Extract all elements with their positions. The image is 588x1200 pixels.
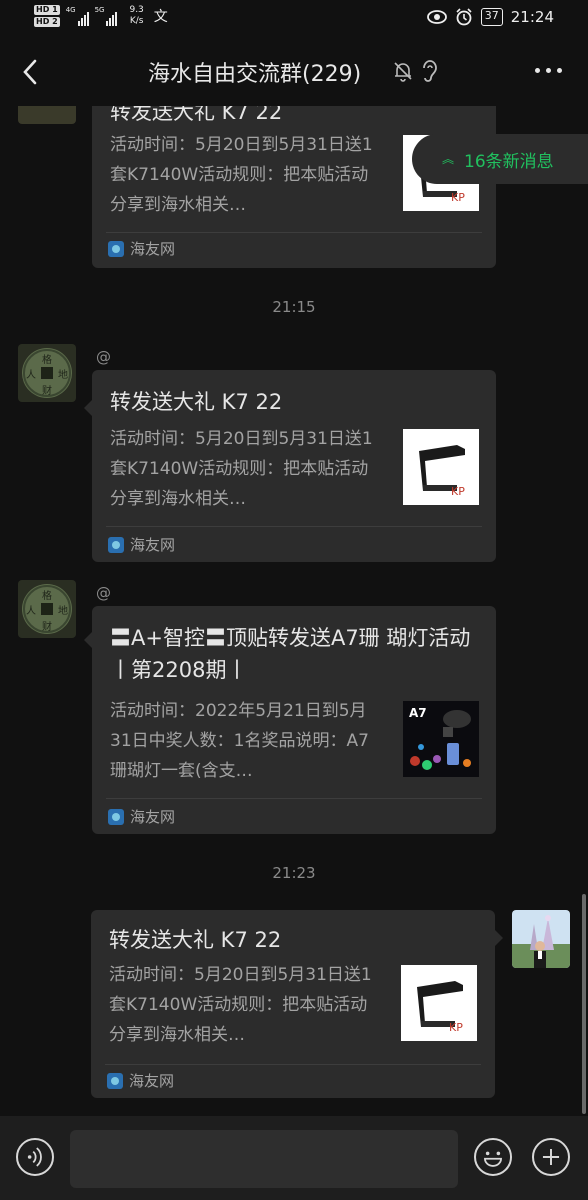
signal-icon-2: 5G <box>95 6 118 26</box>
timestamp: 21:23 <box>272 864 316 882</box>
svg-text:格: 格 <box>42 353 52 366</box>
speed-unit: K/s <box>129 16 144 26</box>
alarm-icon <box>456 8 472 26</box>
avatar[interactable]: 格财人 地 <box>18 580 76 638</box>
svg-text:KP: KP <box>449 1021 463 1034</box>
bubble-tail <box>84 632 92 648</box>
svg-text:人: 人 <box>26 605 36 617</box>
svg-text:KP: KP <box>451 485 465 498</box>
sim1-label: HD 1 <box>34 5 60 15</box>
message-input[interactable] <box>70 1130 458 1188</box>
card-divider <box>106 798 482 799</box>
sender-name: @ <box>96 584 111 602</box>
card-title: 转发送大礼 K7 22 <box>110 390 283 414</box>
bubble-tail <box>495 930 503 946</box>
back-icon[interactable] <box>20 58 40 86</box>
bubble-tail <box>84 400 92 416</box>
status-bar: HD 1 HD 2 4G 5G 9.3 K/s 文 37 21:24 <box>0 0 588 38</box>
network-label-2: 5G <box>94 6 105 14</box>
chat-title: 海水自由交流群(229) <box>148 62 362 87</box>
speed-value: 9.3 <box>129 5 144 15</box>
card-source: 海友网 <box>107 1070 174 1091</box>
svg-text:地: 地 <box>58 604 68 617</box>
link-card[interactable]: 转发送大礼 K7 22 活动时间：5月20日到5月31日送1套K7140W活动规… <box>91 910 495 1098</box>
network-label-1: 4G <box>65 6 76 14</box>
sim2-label: HD 2 <box>34 17 60 27</box>
svg-text:A7: A7 <box>409 706 427 720</box>
link-card[interactable]: 转发送大礼 K7 22 活动时间：5月20日到5月31日送1套K7140W活动规… <box>92 370 496 562</box>
new-messages-button[interactable]: ︽ 16条新消息 <box>412 134 588 184</box>
earpiece-icon <box>423 60 437 82</box>
voice-icon[interactable] <box>16 1138 54 1176</box>
input-bar <box>0 1116 588 1200</box>
emoji-icon[interactable] <box>474 1138 512 1176</box>
avatar[interactable]: 格财人 地 <box>18 344 76 402</box>
card-source: 海友网 <box>108 534 175 555</box>
sim-indicator: HD 1 HD 2 <box>34 4 60 28</box>
card-source: 海友网 <box>108 806 175 827</box>
app-logo-icon <box>108 240 124 257</box>
eye-icon <box>426 10 447 24</box>
app-logo-icon <box>108 808 124 825</box>
card-description: 活动时间：5月20日到5月31日送1套K7140W活动规则：把本贴活动分享到海水… <box>110 429 373 509</box>
card-divider <box>105 1064 481 1065</box>
card-thumbnail: KP <box>401 965 477 1041</box>
avatar[interactable] <box>18 106 76 124</box>
chat-header: 海水自由交流群(229) <box>0 38 588 106</box>
card-source: 海友网 <box>108 238 175 259</box>
new-messages-label: 16条新消息 <box>464 151 554 172</box>
message-list[interactable]: 转发送大礼 K7 22 活动时间：5月20日到5月31日送1套K7140W活动规… <box>0 106 588 1116</box>
battery-icon: 37 <box>480 8 503 26</box>
card-title: 〓A+智控〓顶贴转发送A7珊 瑚灯活动丨第2208期丨 <box>110 626 471 682</box>
more-options-icon[interactable] <box>535 68 562 73</box>
app-logo-icon <box>107 1072 123 1089</box>
plus-icon[interactable] <box>532 1138 570 1176</box>
source-label: 海友网 <box>130 240 176 258</box>
source-label: 海友网 <box>129 1072 175 1090</box>
card-divider <box>106 232 482 233</box>
card-description: 活动时间：2022年5月21日到5月31日中奖人数：1名奖品说明：A7珊瑚灯一套… <box>110 701 369 781</box>
input-method-icon: 文 <box>153 9 168 25</box>
network-speed: 9.3 K/s <box>129 5 143 27</box>
scrollbar[interactable] <box>582 894 586 1114</box>
status-time: 21:24 <box>510 8 554 26</box>
sender-name: @ <box>96 348 111 366</box>
link-card[interactable]: 转发送大礼 K7 22 活动时间：5月20日到5月31日送1套K7140W活动规… <box>92 106 496 268</box>
source-label: 海友网 <box>130 536 176 554</box>
timestamp: 21:15 <box>272 298 316 316</box>
app-logo-icon <box>108 536 124 553</box>
card-thumbnail: A7 <box>403 701 479 777</box>
card-title: 转发送大礼 K7 22 <box>109 928 282 952</box>
svg-text:财: 财 <box>42 620 52 633</box>
svg-text:格: 格 <box>42 589 52 602</box>
svg-text:地: 地 <box>58 368 68 381</box>
svg-text:人: 人 <box>26 369 36 381</box>
signal-icon-1: 4G <box>66 6 89 26</box>
card-thumbnail: KP <box>403 429 479 505</box>
card-description: 活动时间：5月20日到5月31日送1套K7140W活动规则：把本贴活动分享到海水… <box>110 135 373 215</box>
svg-text:财: 财 <box>42 384 52 397</box>
card-title: 转发送大礼 K7 22 <box>110 106 283 124</box>
svg-text:KP: KP <box>451 191 465 204</box>
card-divider <box>106 526 482 527</box>
card-description: 活动时间：5月20日到5月31日送1套K7140W活动规则：把本贴活动分享到海水… <box>109 965 372 1045</box>
link-card[interactable]: 〓A+智控〓顶贴转发送A7珊 瑚灯活动丨第2208期丨 活动时间：2022年5月… <box>92 606 496 834</box>
mute-bell-icon <box>394 62 412 82</box>
source-label: 海友网 <box>130 808 176 826</box>
chevron-up-icon: ︽ <box>442 152 455 166</box>
own-avatar[interactable] <box>512 910 570 968</box>
